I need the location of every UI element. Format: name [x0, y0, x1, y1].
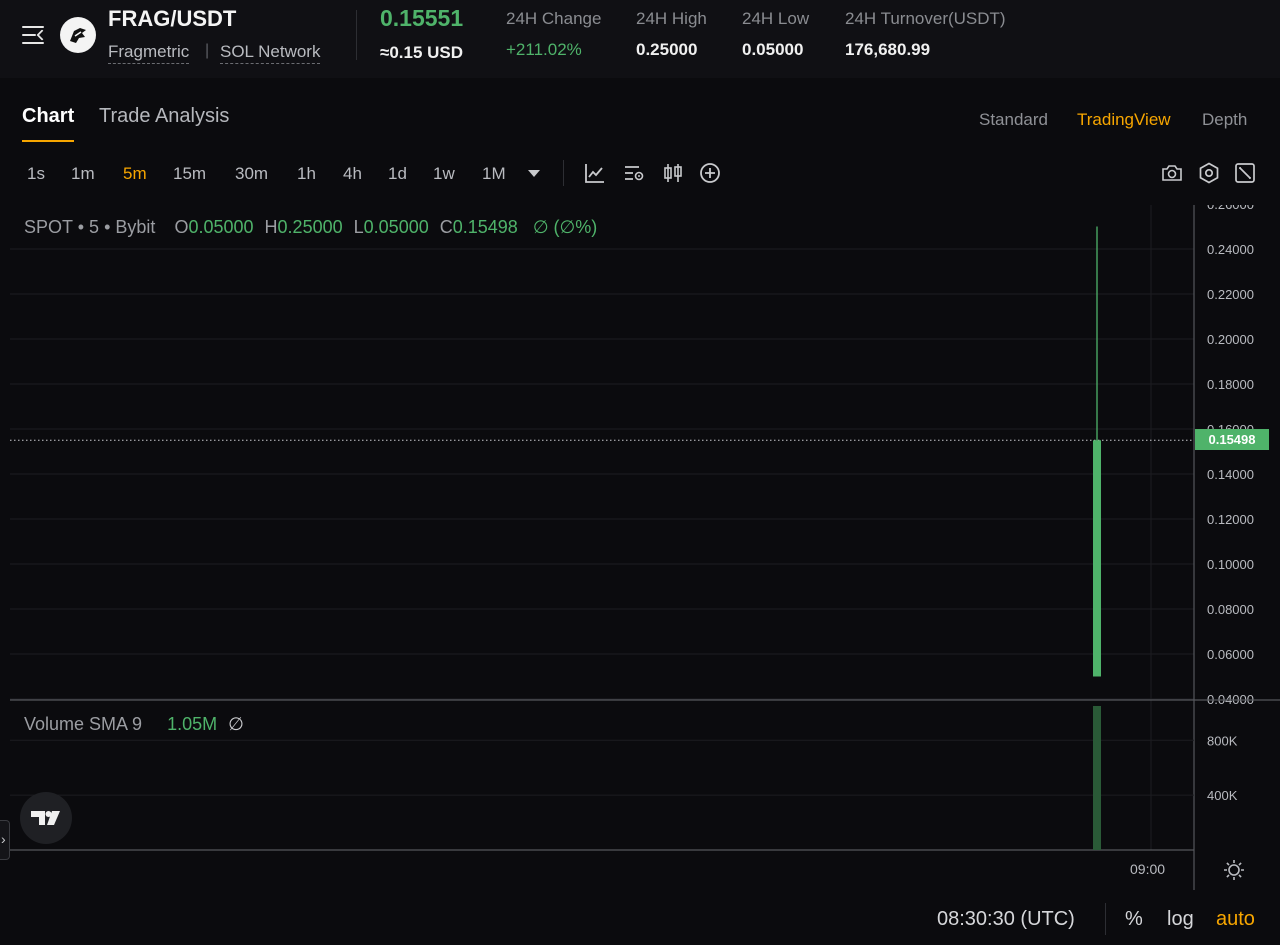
chart-area[interactable]: 0.260000.240000.220000.200000.180000.160…: [0, 205, 1280, 905]
timeframe-4h[interactable]: 4h: [343, 164, 362, 184]
tab-trade-analysis[interactable]: Trade Analysis: [99, 105, 229, 128]
tradingview-logo-icon[interactable]: [20, 792, 72, 844]
stat-value-high: 0.25000: [636, 40, 698, 59]
timeframe-1M[interactable]: 1M: [482, 164, 506, 184]
camera-icon[interactable]: [1160, 161, 1184, 185]
footer-divider: [1105, 903, 1106, 935]
toolbar-divider: [563, 160, 564, 186]
legend-dot-2: •: [104, 217, 111, 237]
legend-interval: 5: [89, 217, 100, 237]
token-separator: |: [205, 42, 210, 59]
timeframe-1h[interactable]: 1h: [297, 164, 316, 184]
sidebar-toggle-handle[interactable]: ›: [0, 820, 10, 860]
legend-open-label: O: [174, 217, 189, 237]
axis-settings-sun-icon[interactable]: [1222, 858, 1246, 882]
log-scale-toggle[interactable]: log: [1167, 908, 1194, 931]
volume-bar: [1093, 706, 1101, 850]
legend-low-value: 0.05000: [363, 217, 429, 237]
header-divider: [356, 10, 357, 60]
auto-scale-toggle[interactable]: auto: [1216, 908, 1255, 931]
legend-open-value: 0.05000: [188, 217, 254, 237]
timeframe-1s[interactable]: 1s: [27, 164, 45, 184]
price-chart[interactable]: 0.260000.240000.220000.200000.180000.160…: [0, 205, 1280, 905]
volume-tick-label: 400K: [1207, 788, 1238, 803]
usd-price: ≈0.15 USD: [380, 43, 464, 62]
active-tab-indicator: [22, 140, 74, 142]
legend-close-value: 0.15498: [452, 217, 518, 237]
view-standard[interactable]: Standard: [979, 110, 1048, 130]
price-tick-label: 0.22000: [1207, 287, 1254, 302]
stat-label-turnover: 24H Turnover(USDT): [845, 9, 1006, 28]
ticker-header: FRAG/USDT Fragmetric | SOL Network 0.155…: [0, 0, 1280, 78]
legend-symbol: SPOT: [24, 217, 73, 237]
indicators-icon[interactable]: [583, 161, 607, 185]
last-price: 0.15551: [380, 5, 464, 31]
stat-value-turnover: 176,680.99: [845, 40, 931, 59]
volume-legend-value: 1.05M: [167, 714, 218, 734]
volume-tick-label: 800K: [1207, 733, 1238, 748]
price-tick-label: 0.06000: [1207, 647, 1254, 662]
legend-high-value: 0.25000: [277, 217, 343, 237]
stat-value-change: +211.02%: [506, 40, 582, 59]
price-tick-label: 0.10000: [1207, 557, 1254, 572]
time-axis-label: 09:00: [1130, 861, 1166, 877]
view-tradingview[interactable]: TradingView: [1077, 110, 1171, 130]
pair-name[interactable]: FRAG/USDT: [108, 6, 236, 32]
timeframe-1w[interactable]: 1w: [433, 164, 455, 184]
volume-legend: Volume SMA 9 1.05M ∅: [24, 714, 244, 735]
price-tick-label: 0.08000: [1207, 602, 1254, 617]
volume-legend-extra: ∅: [228, 714, 244, 734]
price-tick-label: 0.18000: [1207, 377, 1254, 392]
view-depth[interactable]: Depth: [1202, 110, 1247, 130]
dropdown-caret-icon[interactable]: [522, 161, 546, 185]
chevron-right-icon: ›: [1, 831, 6, 847]
menu-icon[interactable]: [22, 24, 48, 46]
utc-clock[interactable]: 08:30:30 (UTC): [937, 908, 1075, 931]
stat-value-low: 0.05000: [742, 40, 804, 59]
stat-label-low: 24H Low: [742, 9, 810, 28]
token-logo: [60, 17, 96, 53]
timeframe-1m[interactable]: 1m: [71, 164, 95, 184]
fullscreen-icon[interactable]: [1233, 161, 1257, 185]
percent-scale-toggle[interactable]: %: [1125, 908, 1143, 931]
volume-legend-label: Volume SMA 9: [24, 714, 143, 734]
legend-close-label: C: [439, 217, 453, 237]
price-tick-label: 0.26000: [1207, 205, 1254, 212]
candle-body: [1093, 440, 1101, 677]
network-name[interactable]: SOL Network: [220, 42, 321, 64]
timeframe-1d[interactable]: 1d: [388, 164, 407, 184]
legend-high-label: H: [264, 217, 278, 237]
legend-exchange: Bybit: [115, 217, 156, 237]
stat-label-high: 24H High: [636, 9, 707, 28]
timeframe-5m[interactable]: 5m: [123, 164, 147, 184]
timeframe-15m[interactable]: 15m: [173, 164, 206, 184]
timeframe-30m[interactable]: 30m: [235, 164, 268, 184]
price-tick-label: 0.14000: [1207, 467, 1254, 482]
tab-chart[interactable]: Chart: [22, 105, 74, 128]
last-price-tag: 0.15498: [1195, 429, 1269, 450]
token-name[interactable]: Fragmetric: [108, 42, 190, 64]
price-tick-label: 0.20000: [1207, 332, 1254, 347]
legend-dot: •: [77, 217, 85, 237]
price-tick-label: 0.24000: [1207, 242, 1254, 257]
candle-type-icon[interactable]: [661, 161, 685, 185]
add-plus-icon[interactable]: [698, 161, 722, 185]
legend-change: ∅ (∅%): [532, 217, 598, 237]
chart-legend: SPOT • 5 • Bybit O0.05000 H0.25000 L0.05…: [24, 217, 597, 238]
chart-settings-icon[interactable]: [622, 161, 646, 185]
stat-label-change: 24H Change: [506, 9, 602, 28]
settings-hexagon-icon[interactable]: [1197, 161, 1221, 185]
legend-low-label: L: [353, 217, 364, 237]
price-tick-label: 0.12000: [1207, 512, 1254, 527]
